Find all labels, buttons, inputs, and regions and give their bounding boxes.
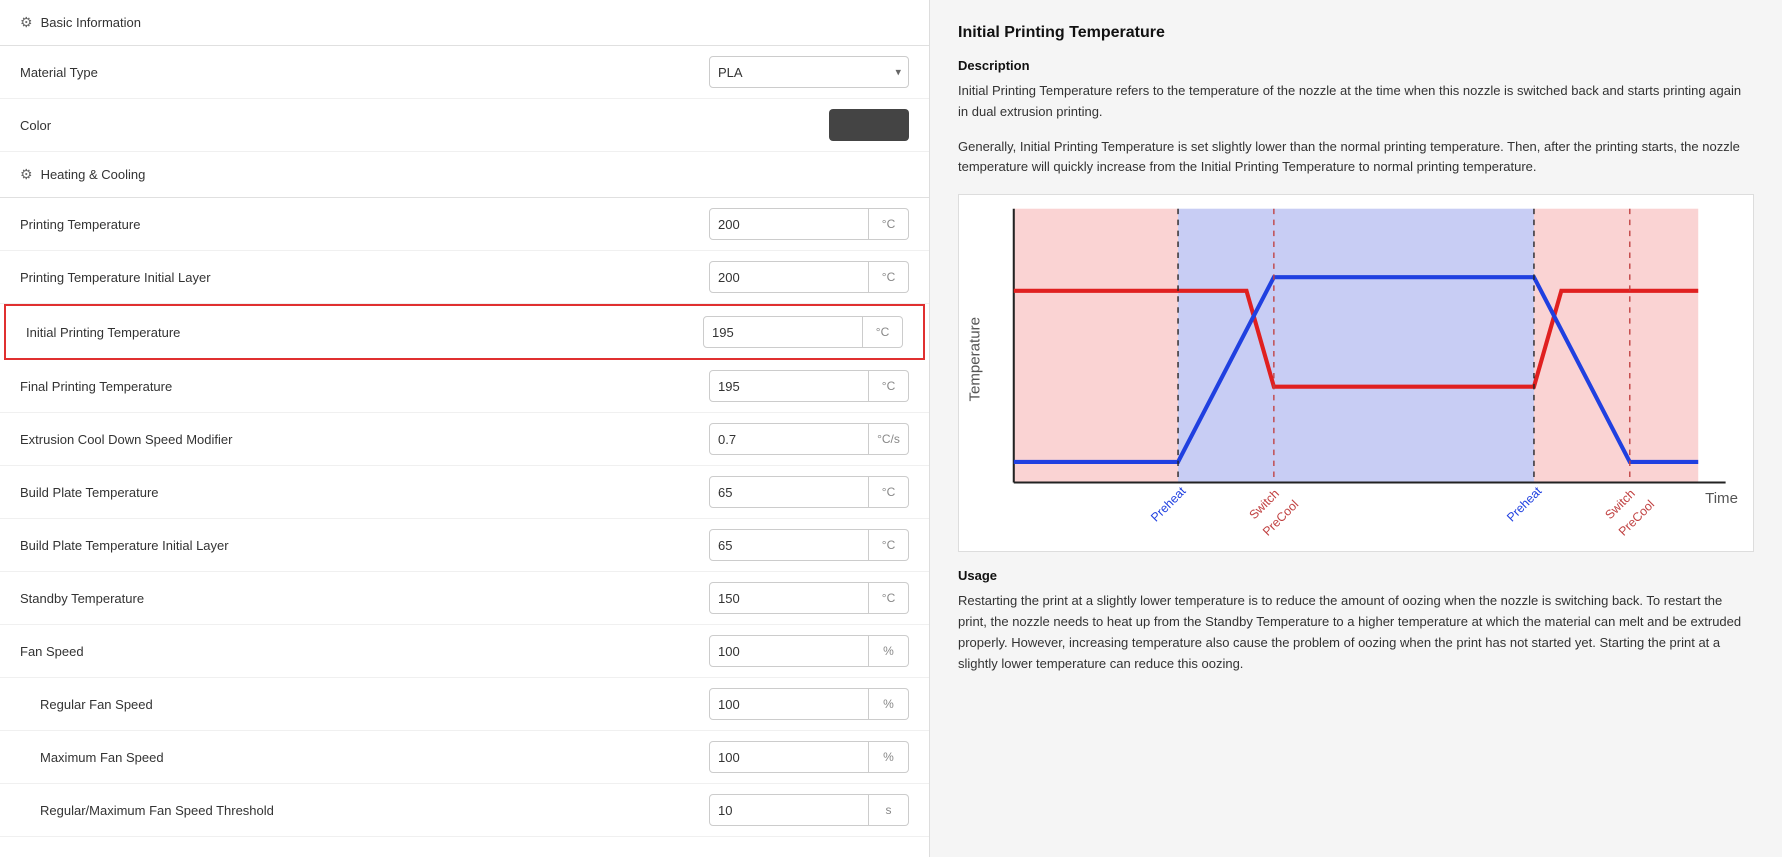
setting-label-regular-fan-speed: Regular Fan Speed xyxy=(40,697,153,712)
setting-label-maximum-fan-speed: Maximum Fan Speed xyxy=(40,750,164,765)
setting-label-standby-temp: Standby Temperature xyxy=(20,591,144,606)
setting-input-maximum-fan-speed[interactable] xyxy=(709,741,869,773)
setting-unit-printing-temp: °C xyxy=(869,208,909,240)
setting-input-group-build-plate-initial: °C xyxy=(709,529,909,561)
color-swatch[interactable] xyxy=(829,109,909,141)
setting-unit-build-plate-temp: °C xyxy=(869,476,909,508)
setting-input-group-fan-speed: % xyxy=(709,635,909,667)
setting-input-standby-temp[interactable] xyxy=(709,582,869,614)
usage-title: Usage xyxy=(958,568,1754,583)
svg-text:Preheat: Preheat xyxy=(1148,484,1189,525)
basic-info-label: Basic Information xyxy=(41,15,141,30)
setting-input-group-build-plate-temp: °C xyxy=(709,476,909,508)
setting-unit-extrusion-cool: °C/s xyxy=(869,423,909,455)
setting-label-build-plate-initial: Build Plate Temperature Initial Layer xyxy=(20,538,229,553)
setting-label-build-plate-temp: Build Plate Temperature xyxy=(20,485,159,500)
setting-unit-build-plate-initial: °C xyxy=(869,529,909,561)
setting-input-group-standby-temp: °C xyxy=(709,582,909,614)
setting-input-fan-speed[interactable] xyxy=(709,635,869,667)
description-p1: Initial Printing Temperature refers to t… xyxy=(958,81,1754,123)
setting-row-fan-speed: Fan Speed% xyxy=(0,625,929,678)
setting-input-build-plate-temp[interactable] xyxy=(709,476,869,508)
temperature-chart: Temperature Time Preheat Switch PreCool … xyxy=(958,194,1754,552)
svg-text:Temperature: Temperature xyxy=(967,317,984,401)
setting-unit-printing-temp-initial: °C xyxy=(869,261,909,293)
setting-row-fan-speed-threshold: Regular/Maximum Fan Speed Threshold s xyxy=(0,784,929,837)
setting-row-initial-printing-temp: Initial Printing Temperature °C xyxy=(4,304,925,360)
setting-row-final-printing-temp: Final Printing Temperature °C xyxy=(0,360,929,413)
setting-unit-fan-speed-threshold: s xyxy=(869,794,909,826)
usage-section: Usage Restarting the print at a slightly… xyxy=(958,568,1754,674)
setting-label-final-printing-temp: Final Printing Temperature xyxy=(20,379,172,394)
setting-label-extrusion-cool: Extrusion Cool Down Speed Modifier xyxy=(20,432,232,447)
setting-input-group-printing-temp: °C xyxy=(709,208,909,240)
setting-unit-initial-printing-temp: °C xyxy=(863,316,903,348)
setting-input-regular-fan-speed[interactable] xyxy=(709,688,869,720)
setting-input-group-final-printing-temp: °C xyxy=(709,370,909,402)
setting-unit-maximum-fan-speed: % xyxy=(869,741,909,773)
setting-label-printing-temp: Printing Temperature xyxy=(20,217,140,232)
setting-input-group-printing-temp-initial: °C xyxy=(709,261,909,293)
setting-row-extrusion-cool: Extrusion Cool Down Speed Modifier °C/s xyxy=(0,413,929,466)
setting-input-initial-printing-temp[interactable] xyxy=(703,316,863,348)
heating-cooling-section: ⚙ Heating & Cooling xyxy=(0,152,929,198)
setting-input-extrusion-cool[interactable] xyxy=(709,423,869,455)
material-type-row: Material Type PLA ABS PETG ▾ xyxy=(0,46,929,99)
setting-label-initial-printing-temp: Initial Printing Temperature xyxy=(26,325,180,340)
color-label: Color xyxy=(20,118,51,133)
material-type-label: Material Type xyxy=(20,65,98,80)
material-type-select[interactable]: PLA ABS PETG xyxy=(709,56,909,88)
setting-row-build-plate-initial: Build Plate Temperature Initial Layer °C xyxy=(0,519,929,572)
setting-unit-final-printing-temp: °C xyxy=(869,370,909,402)
setting-label-fan-speed: Fan Speed xyxy=(20,644,84,659)
setting-row-standby-temp: Standby Temperature °C xyxy=(0,572,929,625)
setting-unit-regular-fan-speed: % xyxy=(869,688,909,720)
left-panel: ⚙ Basic Information Material Type PLA AB… xyxy=(0,0,930,857)
setting-row-printing-temp-initial: Printing Temperature Initial Layer °C xyxy=(0,251,929,304)
setting-input-group-regular-fan-speed: % xyxy=(709,688,909,720)
basic-info-section: ⚙ Basic Information xyxy=(0,0,929,46)
setting-input-group-initial-printing-temp: °C xyxy=(703,316,903,348)
usage-text: Restarting the print at a slightly lower… xyxy=(958,591,1754,674)
setting-row-maximum-fan-speed: Maximum Fan Speed% xyxy=(0,731,929,784)
setting-unit-standby-temp: °C xyxy=(869,582,909,614)
setting-input-final-printing-temp[interactable] xyxy=(709,370,869,402)
setting-input-group-extrusion-cool: °C/s xyxy=(709,423,909,455)
gear-icon-heating: ⚙ xyxy=(20,166,33,183)
material-type-select-wrapper[interactable]: PLA ABS PETG ▾ xyxy=(709,56,909,88)
svg-text:Preheat: Preheat xyxy=(1504,484,1545,525)
setting-label-fan-speed-threshold: Regular/Maximum Fan Speed Threshold xyxy=(40,803,274,818)
setting-input-printing-temp-initial[interactable] xyxy=(709,261,869,293)
setting-input-group-maximum-fan-speed: % xyxy=(709,741,909,773)
settings-list: Printing Temperature°CPrinting Temperatu… xyxy=(0,198,929,837)
color-row: Color xyxy=(0,99,929,152)
doc-title: Initial Printing Temperature xyxy=(958,24,1754,42)
right-panel: Initial Printing Temperature Description… xyxy=(930,0,1782,857)
setting-row-printing-temp: Printing Temperature °C xyxy=(0,198,929,251)
setting-label-printing-temp-initial: Printing Temperature Initial Layer xyxy=(20,270,211,285)
setting-input-build-plate-initial[interactable] xyxy=(709,529,869,561)
svg-text:Time: Time xyxy=(1705,490,1738,507)
setting-input-printing-temp[interactable] xyxy=(709,208,869,240)
setting-unit-fan-speed: % xyxy=(869,635,909,667)
chart-svg: Temperature Time Preheat Switch PreCool … xyxy=(959,195,1753,551)
description-title: Description xyxy=(958,58,1754,73)
gear-icon-basic: ⚙ xyxy=(20,14,33,31)
setting-input-group-fan-speed-threshold: s xyxy=(709,794,909,826)
setting-row-build-plate-temp: Build Plate Temperature °C xyxy=(0,466,929,519)
setting-row-regular-fan-speed: Regular Fan Speed% xyxy=(0,678,929,731)
description-p2: Generally, Initial Printing Temperature … xyxy=(958,137,1754,179)
setting-input-fan-speed-threshold[interactable] xyxy=(709,794,869,826)
heating-cooling-label: Heating & Cooling xyxy=(41,167,146,182)
